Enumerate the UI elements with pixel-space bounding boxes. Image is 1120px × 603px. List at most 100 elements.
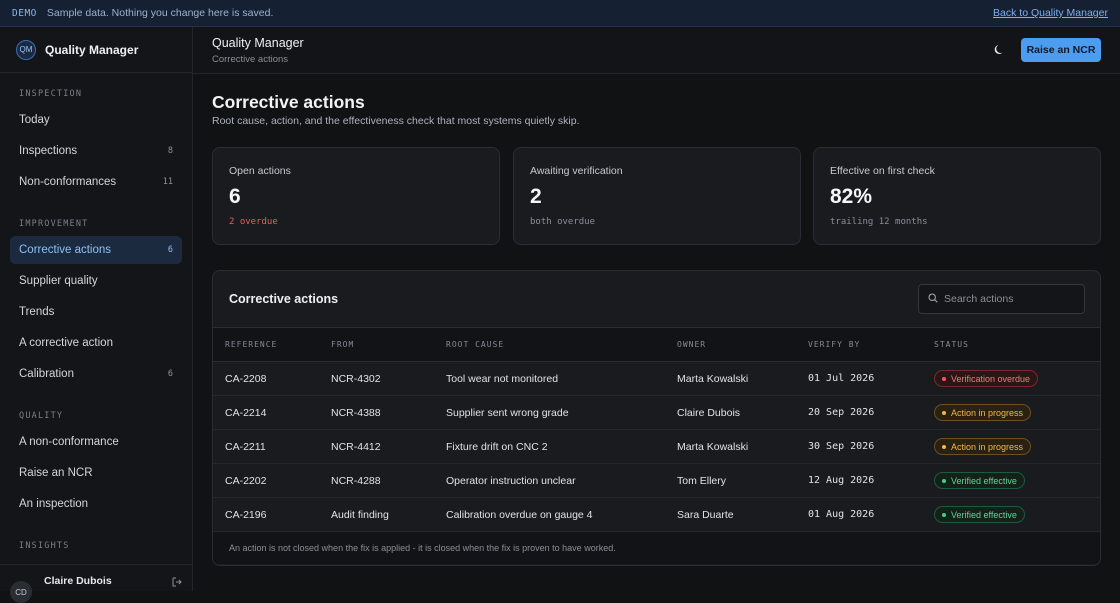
- cell-from: NCR-4302: [331, 372, 381, 385]
- cell-status: Verified effective: [922, 464, 1100, 498]
- table-header-row: REFERENCE FROM ROOT CAUSE OWNER VERIFY BY STA…: [213, 327, 1100, 362]
- panel-title: Corrective actions: [229, 292, 339, 306]
- cell-status: Action in progress: [922, 396, 1100, 430]
- sidebar-item-label: Corrective actions: [19, 244, 112, 256]
- actions-table: REFERENCE FROM ROOT CAUSE OWNER VERIFY BY STA…: [213, 327, 1100, 532]
- table-row[interactable]: CA-2196 Audit finding Calibration overdue …: [213, 498, 1100, 532]
- cell-reference: CA-2211: [225, 440, 266, 453]
- cell-verify-by: 20 Sep 2026: [808, 407, 875, 418]
- column-header-status[interactable]: STATUS: [922, 328, 1100, 362]
- stat-note: 2 overdue: [229, 217, 278, 227]
- sidebar-item-label: A corrective action: [19, 337, 113, 349]
- status-dot-icon: [942, 512, 946, 517]
- column-header-root-cause[interactable]: ROOT CAUSE: [434, 328, 665, 362]
- table-row[interactable]: CA-2208 NCR-4302 Tool wear not monitored Ma…: [213, 362, 1100, 396]
- sidebar-item-label: Non-conformances: [19, 176, 117, 188]
- app-logo: QM: [16, 39, 36, 60]
- sign-out-icon[interactable]: [172, 577, 182, 591]
- main-content: Corrective actions Root cause, action, a…: [193, 74, 1120, 591]
- stat-note: both overdue: [530, 217, 596, 227]
- cell-owner: Claire Dubois: [677, 406, 741, 419]
- sidebar-item-label: Today: [19, 114, 50, 126]
- status-badge: Action in progress: [934, 438, 1032, 455]
- sidebar-item-inspections[interactable]: Inspections 8: [10, 137, 182, 165]
- cell-owner: Marta Kowalski: [677, 440, 749, 453]
- status-dot-icon: [942, 444, 946, 449]
- cell-from: NCR-4412: [331, 440, 381, 453]
- column-header-from[interactable]: FROM: [319, 328, 434, 362]
- cell-reference: CA-2196: [225, 508, 267, 521]
- cell-reference: CA-2214: [225, 406, 267, 419]
- column-header-reference[interactable]: REFERENCE: [213, 328, 319, 362]
- status-label: Action in progress: [951, 407, 1024, 418]
- page-title: Corrective actions: [212, 92, 365, 112]
- sidebar-item-calibration[interactable]: Calibration 6: [10, 360, 182, 388]
- sidebar-nav: INSPECTION Today Inspections 8 Non-conforman…: [0, 73, 192, 558]
- status-badge: Verification overdue: [934, 370, 1039, 387]
- cell-root-cause: Operator instruction unclear: [446, 474, 576, 487]
- sidebar-item-supplier-quality[interactable]: Supplier quality: [10, 267, 182, 295]
- status-label: Verification overdue: [951, 373, 1031, 384]
- stat-label: Awaiting verification: [530, 165, 623, 177]
- demo-message: Sample data. Nothing you change here is …: [46, 7, 274, 19]
- table-row[interactable]: CA-2202 NCR-4288 Operator instruction uncl…: [213, 464, 1100, 498]
- table-body: CA-2208 NCR-4302 Tool wear not monitored Ma…: [213, 362, 1100, 532]
- status-dot-icon: [942, 478, 946, 483]
- search-icon: [928, 290, 938, 308]
- sidebar-item-a-non-conformance[interactable]: A non-conformance: [10, 428, 182, 456]
- brand[interactable]: QM Quality Manager: [0, 27, 192, 73]
- sidebar-item-count: 8: [167, 146, 173, 156]
- raise-ncr-button[interactable]: Raise an NCR: [1021, 38, 1101, 62]
- nav-section-label: INSPECTION: [19, 89, 83, 99]
- table-footer-note: An action is not closed when the fix is …: [213, 532, 1100, 564]
- corrective-actions-panel: Corrective actions REFERENCEFROMROOT CAU…: [212, 270, 1101, 566]
- stat-label: Effective on first check: [830, 165, 935, 177]
- sidebar-item-count: 6: [167, 245, 173, 255]
- cell-root-cause: Calibration overdue on gauge 4: [446, 508, 593, 521]
- status-badge: Verified effective: [934, 506, 1025, 523]
- cell-reference: CA-2202: [225, 474, 267, 487]
- sidebar-item-non-conformances[interactable]: Non-conformances 11: [10, 168, 182, 196]
- app-name: Quality Manager: [45, 42, 139, 57]
- sidebar-item-label: Supplier quality: [19, 275, 98, 287]
- stat-value: 82%: [830, 185, 873, 208]
- stat-value: 6: [229, 185, 241, 208]
- stat-card-awaiting-verification: Awaiting verification 2 both overdue: [513, 147, 801, 245]
- cell-from: Audit finding: [331, 508, 389, 521]
- table-row[interactable]: CA-2214 NCR-4388 Supplier sent wrong grade…: [213, 396, 1100, 430]
- status-label: Verified effective: [951, 509, 1017, 520]
- cell-status: Verification overdue: [922, 362, 1100, 396]
- sidebar-item-today[interactable]: Today: [10, 106, 182, 134]
- column-header-owner[interactable]: OWNER: [665, 328, 796, 362]
- stat-card-open-actions: Open actions 6 2 overdue: [212, 147, 500, 245]
- search-box[interactable]: [918, 284, 1085, 314]
- column-header-verify-by[interactable]: VERIFY BY: [796, 328, 922, 362]
- sidebar-item-a-corrective-action[interactable]: A corrective action: [10, 329, 182, 357]
- user-profile[interactable]: CD Claire Dubois: [0, 564, 192, 603]
- cell-reference: CA-2208: [225, 372, 267, 385]
- sidebar-item-trends[interactable]: Trends: [10, 298, 182, 326]
- demo-banner: DEMO Sample data. Nothing you change her…: [0, 0, 1120, 27]
- avatar: CD: [10, 581, 32, 603]
- stat-card-effective-first-check: Effective on first check 82% trailing 12…: [813, 147, 1101, 245]
- page-subtitle: Root cause, action, and the effectivenes…: [212, 115, 580, 127]
- sidebar-item-count: 6: [167, 369, 173, 379]
- sidebar-item-label: An inspection: [19, 498, 89, 510]
- table-row[interactable]: CA-2211 NCR-4412 Fixture drift on CNC 2 Mar…: [213, 430, 1100, 464]
- theme-toggle-moon-icon[interactable]: [993, 42, 1007, 56]
- sidebar-item-raise-an-ncr[interactable]: Raise an NCR: [10, 459, 182, 487]
- nav-section-label: QUALITY: [19, 411, 64, 421]
- cell-verify-by: 12 Aug 2026: [808, 475, 875, 486]
- cell-status: Verified effective: [922, 498, 1100, 532]
- cell-verify-by: 01 Aug 2026: [808, 509, 875, 520]
- header-subtitle: Corrective actions: [212, 54, 289, 65]
- sidebar-item-corrective-actions[interactable]: Corrective actions 6: [10, 236, 182, 264]
- stat-note: trailing 12 months: [830, 217, 928, 227]
- search-input[interactable]: [944, 293, 1074, 305]
- sidebar-item-an-inspection[interactable]: An inspection: [10, 490, 182, 518]
- status-label: Action in progress: [951, 441, 1024, 452]
- back-link[interactable]: Back to Quality Manager: [993, 7, 1108, 19]
- status-badge: Verified effective: [934, 472, 1025, 489]
- cell-root-cause: Tool wear not monitored: [446, 372, 559, 385]
- sidebar-item-label: Trends: [19, 306, 55, 318]
